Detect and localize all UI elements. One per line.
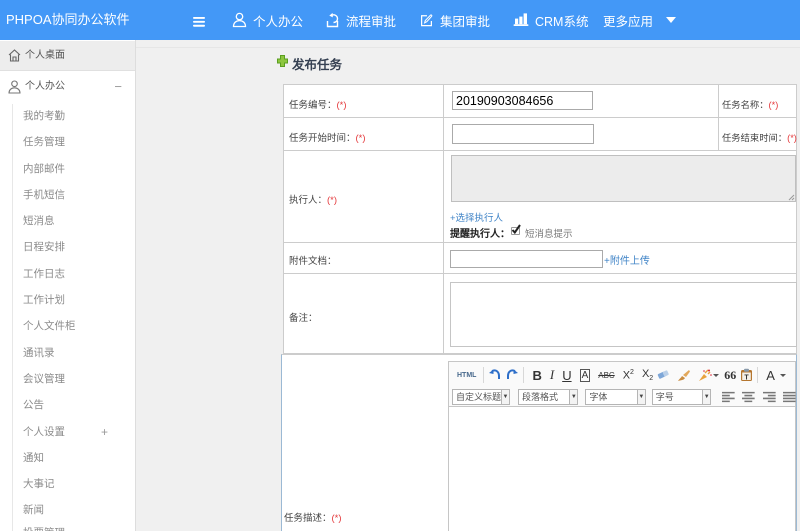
- svg-text:T: T: [745, 375, 750, 382]
